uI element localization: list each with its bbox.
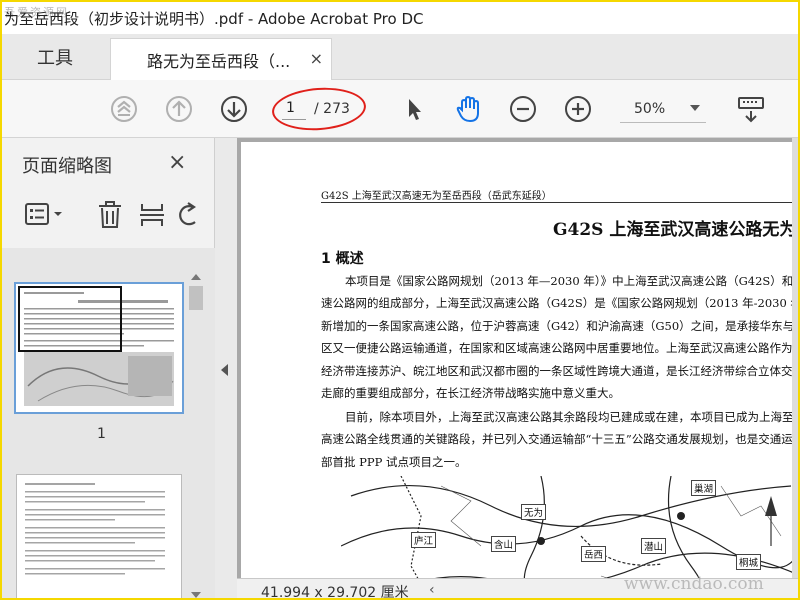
thumbnail-list: 1 bbox=[2, 248, 215, 598]
paragraph-line: 目前，除本项目外，上海至武汉高速公路其余路段均已建成或在建，本项目已成为上海至武 bbox=[345, 410, 800, 424]
rotate-icon[interactable] bbox=[176, 200, 202, 230]
insert-page-icon[interactable] bbox=[138, 200, 166, 230]
site-watermark-bottom: www.cndao.com bbox=[624, 574, 764, 594]
thumbnail-scrollbar[interactable] bbox=[187, 274, 205, 598]
scroll-down-icon[interactable] bbox=[191, 592, 201, 598]
document-view[interactable]: G42S 上海至武汉高速无为至岳西段（岳武东延段） G42S 上海至武汉高速公路… bbox=[237, 138, 800, 582]
panel-collapse-strip[interactable] bbox=[215, 138, 237, 598]
collapse-panel-icon[interactable] bbox=[221, 364, 228, 376]
paragraph-line: 区又一便捷公路运输通道，在国家和区域高速公路网中居重要地位。上海至武汉高速公路作… bbox=[321, 341, 800, 356]
scroll-up-icon[interactable] bbox=[191, 274, 201, 280]
route-map-image: 无为 巢湖 庐江 含山 岳西 潜山 桐城 bbox=[340, 475, 798, 582]
hand-tool-icon[interactable] bbox=[454, 94, 484, 124]
scrollbar-thumb[interactable] bbox=[189, 286, 203, 310]
paragraph-2: 目前，除本项目外，上海至武汉高速公路其余路段均已建成或在建，本项目已成为上海至武… bbox=[321, 406, 800, 473]
thumbnail-page-number: 1 bbox=[97, 426, 106, 442]
prev-page-icon[interactable] bbox=[165, 95, 193, 123]
page-thumbnail-1[interactable] bbox=[14, 282, 184, 414]
map-label: 岳西 bbox=[581, 546, 607, 562]
running-header: G42S 上海至武汉高速无为至岳西段（岳武东延段） bbox=[321, 191, 552, 202]
paragraph-line: 高速公路全线贯通的关键路段，并已列入交通运输部“十三五”公路交通发展规划，也是交… bbox=[321, 432, 793, 447]
tab-bar: 工具 路无为至岳西段（... × bbox=[2, 34, 798, 80]
page-dimensions: 41.994 x 29.702 厘米 bbox=[261, 585, 409, 600]
panel-toolbar bbox=[2, 194, 215, 238]
acrobat-window: 吾爱资源网 为至岳西段（初步设计说明书）.pdf - Adobe Acrobat… bbox=[0, 0, 800, 600]
paragraph-line: 速公路网的组成部分，上海至武汉高速公路（G42S）是《国家公路网规划（2013 … bbox=[321, 296, 800, 311]
map-label: 巢湖 bbox=[691, 480, 717, 496]
zoom-out-icon[interactable] bbox=[509, 95, 537, 123]
red-highlight-oval bbox=[270, 84, 368, 134]
page-thumbnail-2[interactable] bbox=[16, 474, 182, 598]
keyboard-tools-icon[interactable] bbox=[736, 95, 766, 123]
chevron-down-icon bbox=[690, 105, 700, 111]
document-scrollbar[interactable] bbox=[792, 138, 798, 582]
tab-tools[interactable]: 工具 bbox=[2, 34, 108, 80]
paragraph-line: 经济带连接苏沪、皖江地区和武汉都市圈的一条区域性跨境大通道，是长江经济带综合立体… bbox=[321, 363, 793, 378]
map-label: 无为 bbox=[521, 504, 547, 520]
thumbnail-preview-2 bbox=[25, 483, 165, 575]
paragraph-line: 部首批 PPP 试点项目之一。 bbox=[321, 454, 467, 469]
toolbar: / 273 50% bbox=[2, 80, 798, 138]
next-page-icon[interactable] bbox=[220, 95, 248, 123]
tab-document[interactable]: 路无为至岳西段（... × bbox=[110, 38, 332, 80]
pdf-page: G42S 上海至武汉高速无为至岳西段（岳武东延段） G42S 上海至武汉高速公路… bbox=[241, 142, 800, 582]
paragraph-line: 新增加的一条国家高速公路，位于沪蓉高速（G42）和沪渝高速（G50）之间，是承接… bbox=[321, 318, 800, 333]
panel-title: 页面缩略图 bbox=[22, 156, 112, 177]
map-label: 含山 bbox=[491, 536, 517, 552]
map-label: 桐城 bbox=[736, 554, 762, 570]
zoom-select[interactable]: 50% bbox=[620, 97, 706, 123]
thumbnail-panel: 页面缩略图 × 1 bbox=[2, 138, 215, 598]
select-arrow-icon[interactable] bbox=[400, 95, 428, 123]
viewport-indicator[interactable] bbox=[18, 286, 122, 352]
window-title: 为至岳西段（初步设计说明书）.pdf - Adobe Acrobat Pro D… bbox=[4, 10, 424, 28]
document-title: G42S 上海至武汉高速公路无为至 bbox=[553, 220, 800, 240]
route-map-lines bbox=[340, 475, 798, 582]
paragraph-line: 走廊的重要组成部分，在长江经济带战略实施中意义重大。 bbox=[321, 386, 620, 401]
trash-icon[interactable] bbox=[96, 200, 124, 230]
zoom-in-icon[interactable] bbox=[564, 95, 592, 123]
paragraph-line: 本项目是《国家公路网规划（2013 年—2030 年）》中上海至武汉高速公路（G… bbox=[345, 274, 800, 288]
section-heading: 1 概述 bbox=[321, 251, 364, 267]
map-label: 庐江 bbox=[411, 532, 437, 548]
close-tab-icon[interactable]: × bbox=[310, 49, 323, 68]
close-panel-icon[interactable]: × bbox=[168, 150, 186, 175]
tab-document-label: 路无为至岳西段（... bbox=[147, 51, 291, 71]
zoom-value: 50% bbox=[634, 101, 666, 117]
first-page-icon[interactable] bbox=[110, 95, 138, 123]
paragraph-1: 本项目是《国家公路网规划（2013 年—2030 年）》中上海至武汉高速公路（G… bbox=[321, 270, 800, 404]
thumbnail-options-icon[interactable] bbox=[24, 200, 66, 230]
map-label: 潜山 bbox=[641, 538, 667, 554]
header-rule bbox=[321, 202, 798, 203]
title-bar: 吾爱资源网 为至岳西段（初步设计说明书）.pdf - Adobe Acrobat… bbox=[2, 2, 798, 34]
scroll-left-icon[interactable]: ‹ bbox=[429, 582, 435, 598]
